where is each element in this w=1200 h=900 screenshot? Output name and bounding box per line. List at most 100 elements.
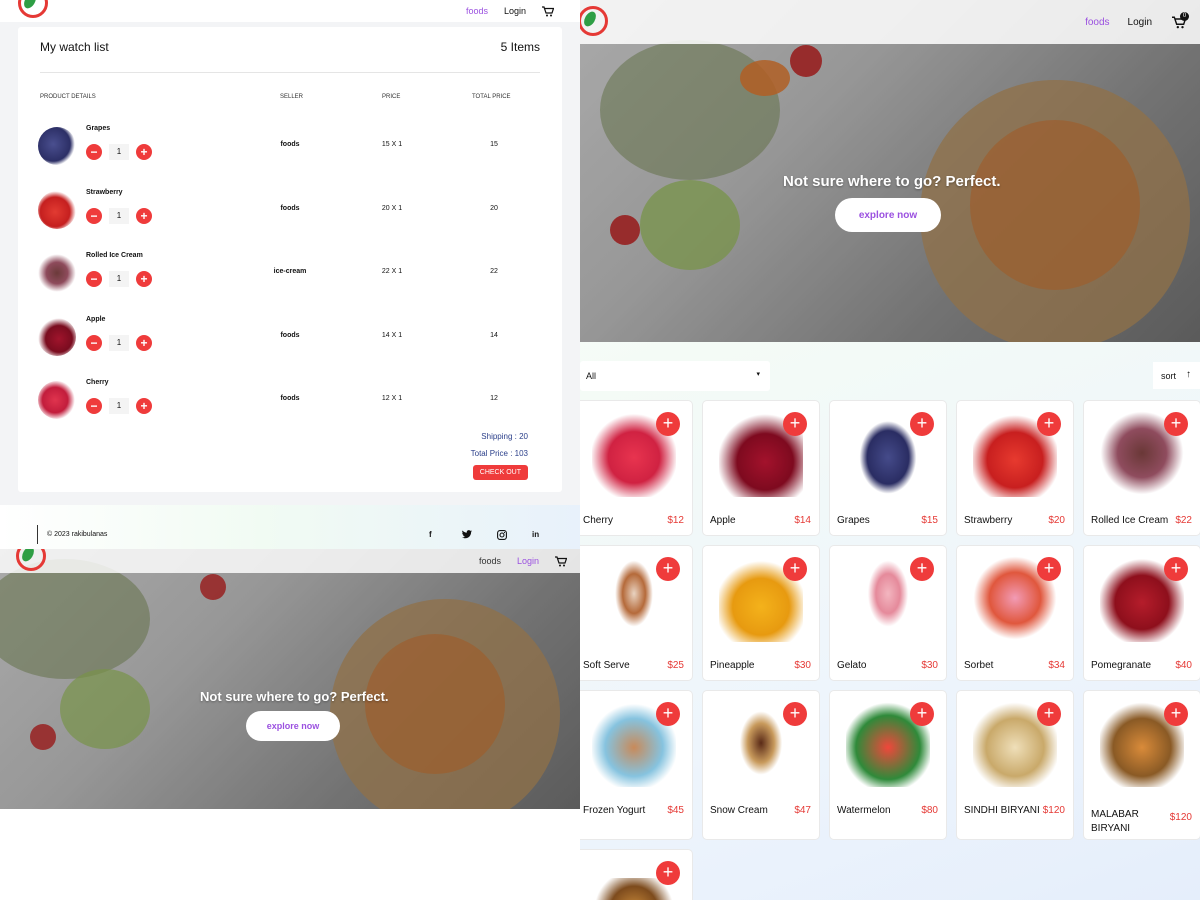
product-card[interactable]: + Pineapple $30: [703, 546, 819, 680]
minus-icon[interactable]: −: [86, 398, 102, 414]
product-card[interactable]: + Pomegranate $40: [1084, 546, 1200, 680]
sort-label: sort: [1161, 371, 1177, 381]
twitter-icon[interactable]: [462, 530, 472, 541]
product-name: Watermelon: [837, 805, 891, 816]
plus-icon[interactable]: +: [783, 412, 807, 436]
product-name: Soft Serve: [583, 660, 630, 671]
product-name: SINDHI BIRYANI: [964, 805, 1040, 816]
cart-icon[interactable]: [542, 5, 554, 17]
plus-icon[interactable]: +: [910, 702, 934, 726]
plus-icon[interactable]: +: [910, 412, 934, 436]
total: 12: [490, 395, 498, 402]
minus-icon[interactable]: −: [86, 271, 102, 287]
quantity-value[interactable]: 1: [109, 335, 129, 351]
quantity-stepper: − 1 +: [86, 144, 152, 160]
divider: [37, 525, 38, 544]
product-card[interactable]: + Sorbet $34: [957, 546, 1073, 680]
plus-icon[interactable]: +: [1164, 702, 1188, 726]
product-card[interactable]: + Watermelon $80: [830, 691, 946, 839]
explore-now-button[interactable]: explore now: [246, 711, 340, 741]
product-card[interactable]: + Strawberry $20: [957, 401, 1073, 535]
product-card[interactable]: + Snow Cream $47: [703, 691, 819, 839]
cherry-image: [38, 381, 76, 419]
plus-icon[interactable]: +: [136, 144, 152, 160]
quantity-stepper: − 1 +: [86, 335, 152, 351]
nav-foods-link[interactable]: foods: [1085, 17, 1109, 28]
product-card[interactable]: + Grapes $15: [830, 401, 946, 535]
product-name: Pomegranate: [1091, 660, 1152, 671]
quantity-value[interactable]: 1: [109, 208, 129, 224]
minus-icon[interactable]: −: [86, 144, 102, 160]
quantity-stepper: − 1 +: [86, 398, 152, 414]
plus-icon[interactable]: +: [136, 271, 152, 287]
product-card[interactable]: + Soft Serve $25: [580, 546, 692, 680]
explore-now-button[interactable]: explore now: [835, 198, 941, 232]
plus-icon[interactable]: +: [910, 557, 934, 581]
product-name: Grapes: [837, 515, 870, 526]
linkedin-icon[interactable]: in: [532, 530, 539, 539]
nav-login-link[interactable]: Login: [504, 6, 526, 16]
plus-icon[interactable]: +: [1037, 702, 1061, 726]
plus-icon[interactable]: +: [1037, 557, 1061, 581]
plus-icon[interactable]: +: [1164, 557, 1188, 581]
plus-icon[interactable]: +: [656, 412, 680, 436]
footer: © 2023 rakibulanas f in: [0, 505, 580, 549]
quantity-value[interactable]: 1: [109, 271, 129, 287]
plus-icon[interactable]: +: [783, 702, 807, 726]
hero-title: Not sure where to go? Perfect.: [200, 689, 389, 704]
total-price-text: Total Price : 103: [470, 449, 528, 458]
quantity-value[interactable]: 1: [109, 144, 129, 160]
product-card[interactable]: + MALABAR BIRYANI $120: [1084, 691, 1200, 839]
nav-login-link[interactable]: Login: [517, 556, 539, 566]
product-card[interactable]: + Apple $14: [703, 401, 819, 535]
quantity-stepper: − 1 +: [86, 271, 152, 287]
table-row: Cherry − 1 + foods 12 X 1 12: [18, 379, 562, 435]
checkout-button[interactable]: CHECK OUT: [472, 465, 528, 480]
divider: [40, 72, 540, 73]
plus-icon[interactable]: +: [136, 335, 152, 351]
nav-foods-link[interactable]: foods: [466, 6, 488, 16]
plus-icon[interactable]: +: [1037, 412, 1061, 436]
plus-icon[interactable]: +: [783, 557, 807, 581]
seller: foods: [280, 332, 300, 339]
plus-icon[interactable]: +: [136, 208, 152, 224]
product-card[interactable]: + Gelato $30: [830, 546, 946, 680]
hero-banner: foods Login 0 Not sure where to go? Perf…: [580, 0, 1200, 342]
product-card[interactable]: + Frozen Yogurt $45: [580, 691, 692, 839]
total: 22: [490, 268, 498, 275]
product-card[interactable]: + SINDHI BIRYANI $120: [957, 691, 1073, 839]
top-nav: foods Login: [0, 549, 587, 573]
apple-image: [38, 318, 76, 356]
plus-icon[interactable]: +: [136, 398, 152, 414]
product-price: $15: [921, 515, 938, 526]
category-select[interactable]: All ▾: [580, 361, 770, 391]
product-card[interactable]: + Rolled Ice Cream $22: [1084, 401, 1200, 535]
cart-icon[interactable]: [555, 555, 567, 567]
nav-foods-link[interactable]: foods: [479, 556, 501, 566]
minus-icon[interactable]: −: [86, 335, 102, 351]
nav-login-link[interactable]: Login: [1128, 17, 1152, 28]
instagram-icon[interactable]: [497, 530, 507, 542]
product-card[interactable]: + Cherry $12: [580, 401, 692, 535]
price: 15 X 1: [381, 141, 403, 148]
header-seller: SELLER: [280, 94, 304, 100]
home-page-small: foods Login Not sure where to go? Perfec…: [0, 549, 587, 900]
product-name: Strawberry: [86, 189, 123, 196]
product-card[interactable]: +: [580, 850, 692, 900]
plus-icon[interactable]: +: [656, 861, 680, 885]
minus-icon[interactable]: −: [86, 208, 102, 224]
sort-button[interactable]: sort ↑: [1153, 362, 1200, 389]
plus-icon[interactable]: +: [1164, 412, 1188, 436]
plus-icon[interactable]: +: [656, 557, 680, 581]
facebook-icon[interactable]: f: [429, 530, 432, 539]
cart-icon[interactable]: 0: [1172, 11, 1189, 29]
product-name: Rolled Ice Cream: [1091, 515, 1169, 526]
product-price: $120: [1169, 812, 1192, 823]
product-price: $45: [667, 805, 684, 816]
table-row: Strawberry − 1 + foods 20 X 1 20: [18, 189, 562, 245]
product-price: $30: [794, 660, 811, 671]
chevron-down-icon: ▾: [756, 371, 760, 378]
product-price: $120: [1042, 805, 1065, 816]
quantity-value[interactable]: 1: [109, 398, 129, 414]
plus-icon[interactable]: +: [656, 702, 680, 726]
